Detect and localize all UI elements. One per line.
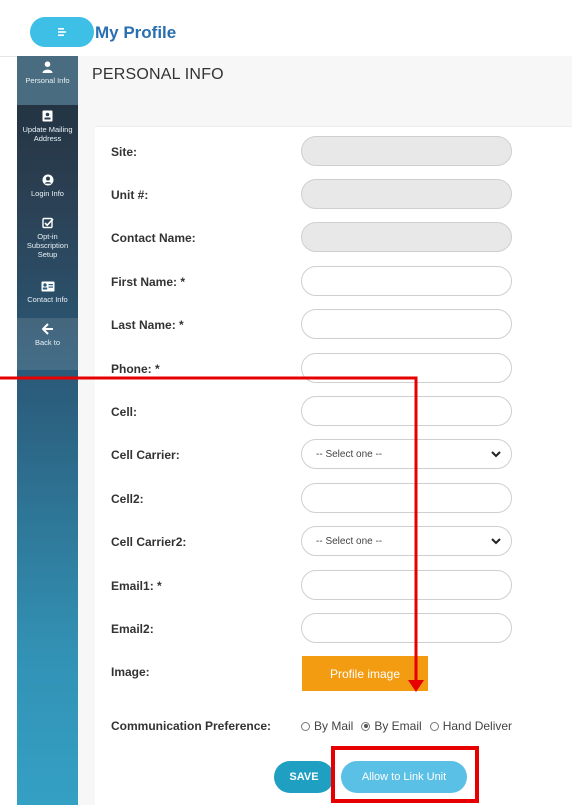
first-name-label: First Name: * bbox=[111, 275, 186, 289]
contact-name-label: Contact Name: bbox=[111, 231, 196, 245]
phone-label: Phone: * bbox=[111, 362, 160, 376]
phone-field[interactable] bbox=[301, 353, 512, 383]
sidebar-item-back[interactable]: Back to bbox=[17, 318, 78, 370]
phone-row: Phone: * bbox=[95, 353, 572, 385]
cell-carrier-row: Cell Carrier: -- Select one -- bbox=[95, 439, 572, 471]
menu-toggle-button[interactable] bbox=[30, 17, 94, 47]
last-name-label: Last Name: * bbox=[111, 318, 184, 332]
save-button[interactable]: SAVE bbox=[274, 761, 334, 793]
menu-icon bbox=[58, 28, 66, 36]
radio-label: By Email bbox=[374, 719, 422, 733]
radio-selected-icon bbox=[361, 721, 371, 731]
cell-carrier2-label: Cell Carrier2: bbox=[111, 535, 187, 549]
user-circle-icon bbox=[41, 173, 55, 187]
sidebar-item-label: Opt-in Subscription Setup bbox=[26, 232, 69, 259]
radio-circle-icon bbox=[301, 721, 310, 731]
personal-info-form: Site: Unit #: Contact Name: First Name: … bbox=[95, 126, 572, 806]
sidebar-item-update-mailing-address[interactable]: Update Mailing Address bbox=[17, 105, 78, 169]
actions-row: SAVE Allow to Link Unit bbox=[95, 761, 572, 793]
unit-field[interactable] bbox=[301, 179, 512, 209]
main-panel: PERSONAL INFO Site: Unit #: Contact Name… bbox=[78, 56, 572, 806]
cell-field[interactable] bbox=[301, 396, 512, 426]
radio-label: Hand Deliver bbox=[442, 719, 513, 733]
image-row: Image: Profile image bbox=[95, 656, 572, 692]
cell2-label: Cell2: bbox=[111, 492, 144, 506]
cell-carrier2-selected: -- Select one -- bbox=[316, 535, 383, 547]
chevron-down-icon bbox=[491, 537, 501, 544]
cell-carrier2-row: Cell Carrier2: -- Select one -- bbox=[95, 526, 572, 558]
allow-link-unit-button[interactable]: Allow to Link Unit bbox=[341, 761, 467, 793]
email1-field[interactable] bbox=[301, 570, 512, 600]
image-label: Image: bbox=[111, 665, 150, 679]
sidebar-item-login-info[interactable]: Login Info bbox=[17, 169, 78, 212]
cell-carrier-select[interactable]: -- Select one -- bbox=[301, 439, 512, 469]
contact-name-row: Contact Name: bbox=[95, 222, 572, 254]
address-card-icon bbox=[41, 109, 55, 123]
sidebar-item-label: Personal Info bbox=[25, 76, 70, 85]
radio-hand-deliver[interactable]: Hand Deliver bbox=[429, 719, 513, 733]
cell-label: Cell: bbox=[111, 405, 138, 419]
sidebar-item-label: Back to bbox=[34, 338, 60, 347]
sidebar: Personal Info Update Mailing Address Log… bbox=[17, 56, 78, 805]
communication-options: By Mail By Email Hand Deliver bbox=[301, 719, 512, 733]
unit-label: Unit #: bbox=[111, 188, 149, 202]
radio-circle-icon bbox=[429, 721, 439, 731]
sidebar-item-label: Login Info bbox=[31, 189, 64, 198]
person-icon bbox=[41, 60, 55, 74]
radio-label: By Mail bbox=[314, 719, 354, 733]
cell-row: Cell: bbox=[95, 396, 572, 428]
radio-by-mail[interactable]: By Mail bbox=[301, 719, 353, 733]
page-title: My Profile bbox=[95, 23, 177, 42]
cell-carrier-label: Cell Carrier: bbox=[111, 448, 180, 462]
communication-row: Communication Preference: By Mail By Ema… bbox=[95, 710, 572, 742]
site-label: Site: bbox=[111, 145, 138, 159]
contact-card-icon bbox=[41, 279, 55, 293]
site-row: Site: bbox=[95, 136, 572, 168]
arrow-left-icon bbox=[41, 322, 55, 336]
email2-label: Email2: bbox=[111, 622, 154, 636]
first-name-row: First Name: * bbox=[95, 266, 572, 298]
last-name-row: Last Name: * bbox=[95, 309, 572, 341]
checkbox-icon bbox=[41, 216, 55, 230]
email2-row: Email2: bbox=[95, 613, 572, 645]
communication-label: Communication Preference: bbox=[111, 719, 272, 733]
cell2-row: Cell2: bbox=[95, 483, 572, 515]
site-field[interactable] bbox=[301, 136, 512, 166]
sidebar-item-personal-info[interactable]: Personal Info bbox=[17, 56, 78, 105]
sidebar-item-contact-info[interactable]: Contact Info bbox=[17, 275, 78, 318]
cell-carrier-selected: -- Select one -- bbox=[316, 448, 383, 460]
chevron-down-icon bbox=[491, 450, 501, 457]
unit-row: Unit #: bbox=[95, 179, 572, 211]
first-name-field[interactable] bbox=[301, 266, 512, 296]
sidebar-item-label: Contact Info bbox=[27, 295, 68, 304]
cell2-field[interactable] bbox=[301, 483, 512, 513]
last-name-field[interactable] bbox=[301, 309, 512, 339]
contact-name-field[interactable] bbox=[301, 222, 512, 252]
sidebar-item-label: Update Mailing Address bbox=[22, 125, 73, 143]
radio-by-email[interactable]: By Email bbox=[361, 719, 422, 733]
top-bar: My Profile bbox=[0, 0, 572, 57]
profile-image-button[interactable]: Profile image bbox=[302, 656, 428, 691]
email1-label: Email1: * bbox=[111, 579, 162, 593]
cell-carrier2-select[interactable]: -- Select one -- bbox=[301, 526, 512, 556]
section-title: PERSONAL INFO bbox=[92, 66, 224, 83]
sidebar-item-opt-in-subscription[interactable]: Opt-in Subscription Setup bbox=[17, 212, 78, 275]
email1-row: Email1: * bbox=[95, 570, 572, 602]
email2-field[interactable] bbox=[301, 613, 512, 643]
